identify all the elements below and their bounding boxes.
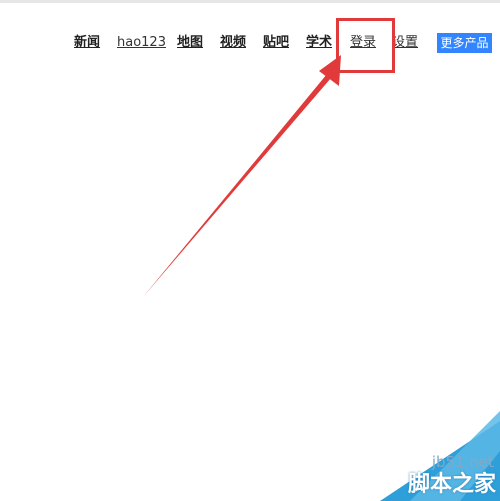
nav-link-hao123[interactable]: hao123 (117, 34, 166, 52)
nav-link-tieba[interactable]: 贴吧 (263, 34, 289, 52)
top-nav-bar: 新闻 hao123 地图 视频 贴吧 学术 登录 设置 (0, 34, 500, 54)
nav-link-news[interactable]: 新闻 (74, 34, 100, 52)
watermark-corner: jb51.net 脚本之家 (340, 411, 500, 501)
nav-link-settings[interactable]: 设置 (392, 34, 418, 52)
nav-link-xueshu[interactable]: 学术 (306, 34, 332, 52)
page-top-edge (0, 0, 500, 3)
login-highlight-box (336, 18, 395, 73)
nav-link-map[interactable]: 地图 (177, 34, 203, 52)
watermark-brand: 脚本之家 (407, 472, 496, 497)
more-products-button[interactable]: 更多产品 (437, 33, 492, 53)
nav-link-video[interactable]: 视频 (220, 34, 246, 52)
